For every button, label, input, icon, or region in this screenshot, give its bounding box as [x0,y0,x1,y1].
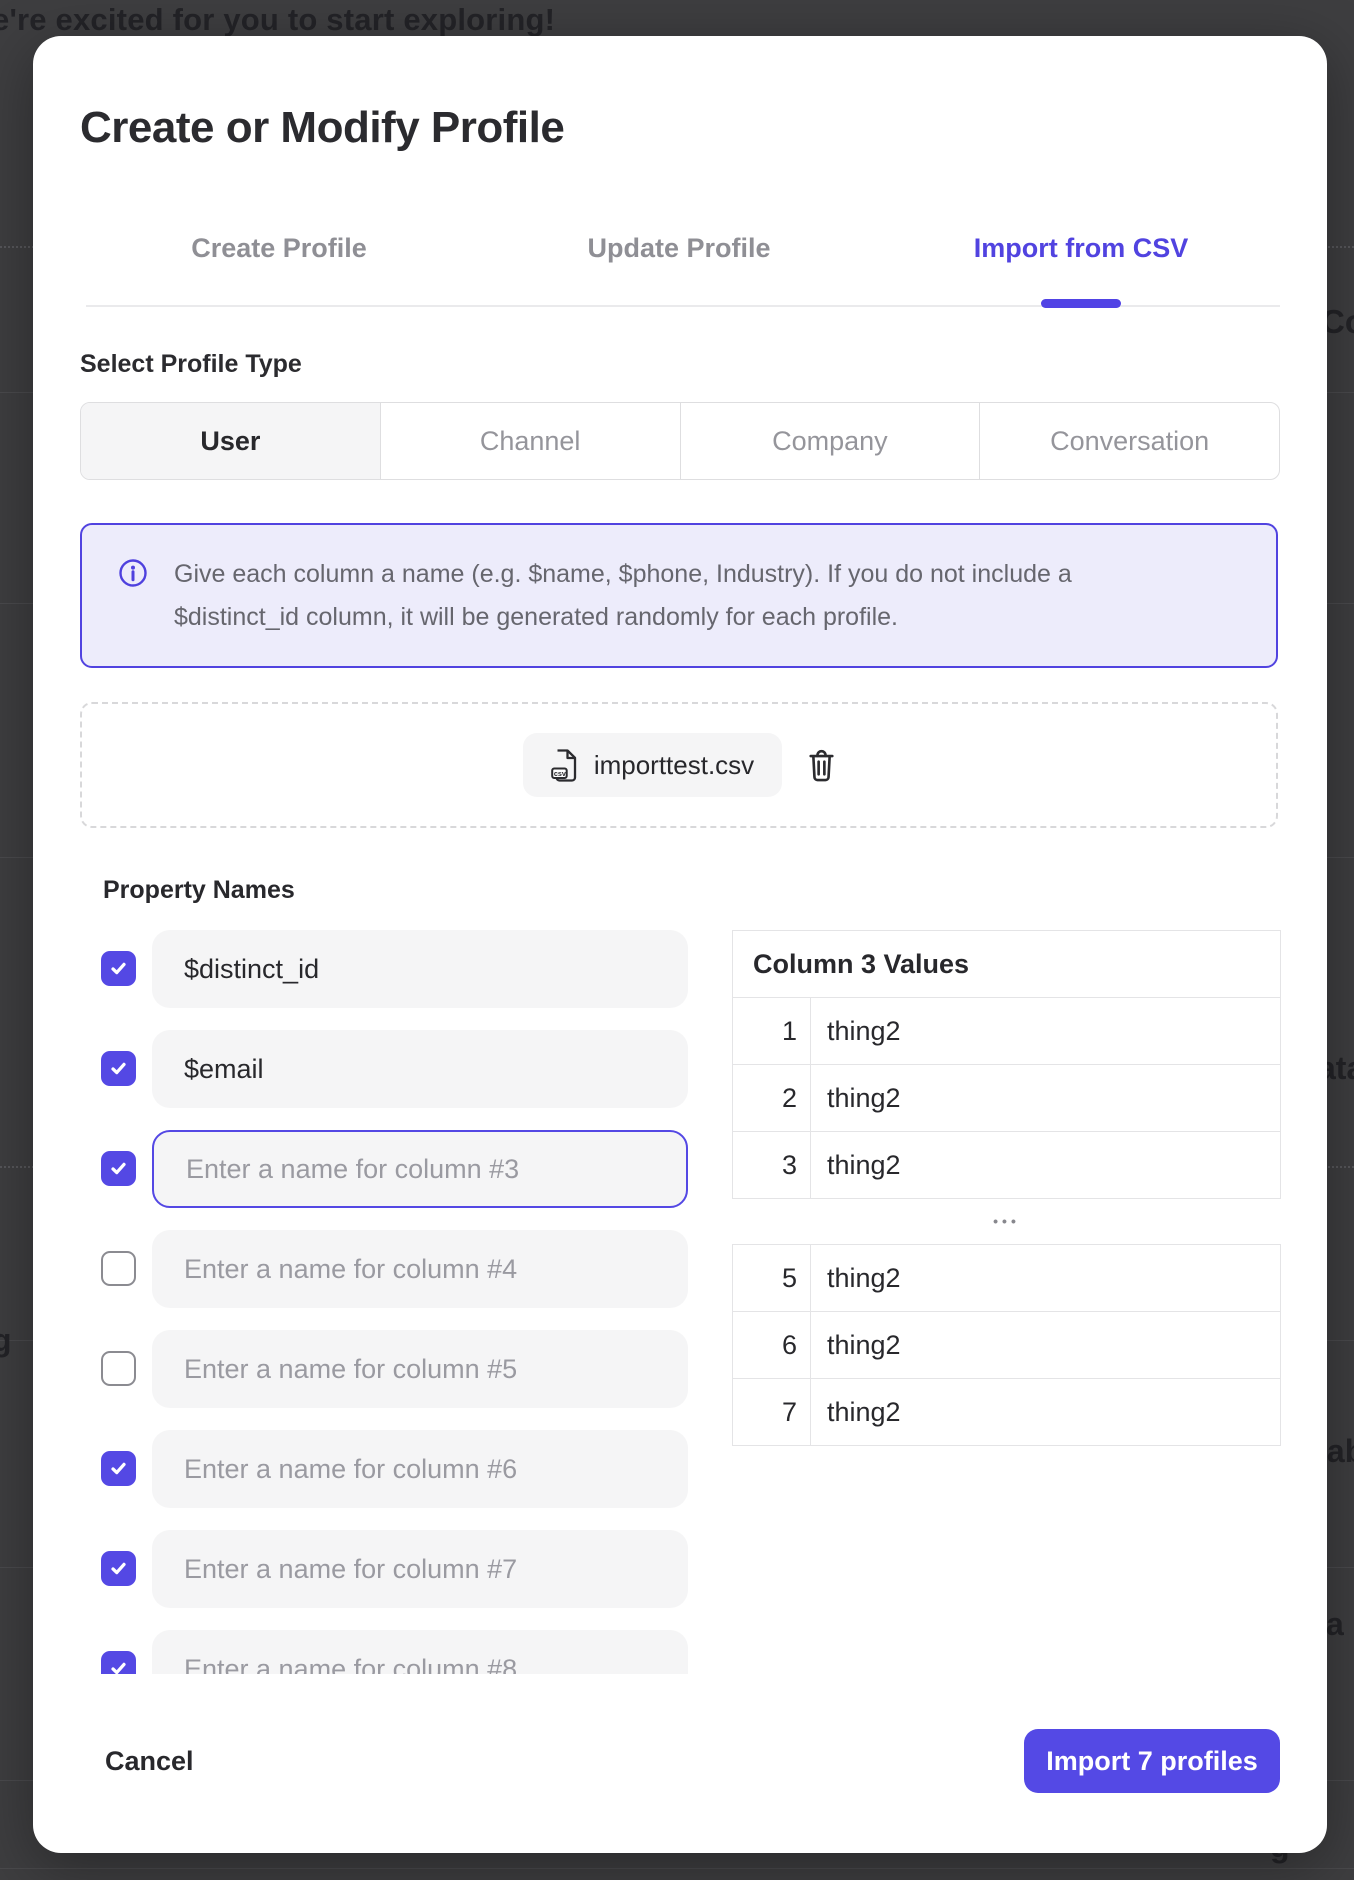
profile-type-company[interactable]: Company [680,403,980,479]
screen: e're excited for you to start exploring!… [0,0,1354,1880]
value-cell: thing2 [811,1065,1280,1131]
value-cell: thing2 [811,1312,1280,1378]
csv-file-icon: csv [551,749,578,782]
property-row [33,1330,733,1408]
background-text-fragment: g [0,1322,12,1359]
value-cell: thing2 [811,998,1280,1064]
table-row: 6 thing2 [733,1312,1280,1379]
property-row [33,1530,733,1608]
profile-type-channel[interactable]: Channel [380,403,680,479]
column-naming-info-banner: Give each column a name (e.g. $name, $ph… [80,523,1278,668]
row-number-cell: 5 [733,1245,811,1311]
table-row: 5 thing2 [733,1245,1280,1312]
value-cell: thing2 [811,1245,1280,1311]
column-1-name-input[interactable] [152,930,688,1008]
active-tab-underline [1041,299,1121,308]
svg-text:csv: csv [554,769,566,778]
row-number-cell: 3 [733,1132,811,1198]
column-7-checkbox[interactable] [101,1551,136,1586]
background-gridline [0,1868,1354,1869]
property-row [33,1630,733,1674]
values-table-bottom: 5 thing2 6 thing2 7 thing2 [732,1244,1281,1446]
column-8-checkbox[interactable] [101,1651,136,1674]
column-6-checkbox[interactable] [101,1451,136,1486]
select-profile-type-label: Select Profile Type [80,350,302,379]
column-3-checkbox[interactable] [101,1151,136,1186]
uploaded-filename: importtest.csv [594,750,754,781]
trash-icon [808,749,835,782]
table-row: 2 thing2 [733,1065,1280,1132]
profile-type-conversation[interactable]: Conversation [979,403,1279,479]
table-row: 7 thing2 [733,1379,1280,1445]
value-cell: thing2 [811,1132,1280,1198]
row-number-cell: 7 [733,1379,811,1445]
column-8-name-input[interactable] [152,1630,688,1674]
info-banner-text: Give each column a name (e.g. $name, $ph… [174,553,1072,639]
import-profiles-button[interactable]: Import 7 profiles [1024,1729,1280,1793]
column-7-name-input[interactable] [152,1530,688,1608]
background-text-fragment: a [1326,1606,1344,1643]
column-5-name-input[interactable] [152,1330,688,1408]
table-row: 3 thing2 [733,1132,1280,1198]
info-icon [118,558,148,593]
property-row [33,1230,733,1308]
profile-type-segmented-control: User Channel Company Conversation [80,402,1280,480]
csv-dropzone[interactable]: csv importtest.csv [80,702,1278,828]
column-5-checkbox[interactable] [101,1351,136,1386]
rows-ellipsis: ••• [732,1199,1281,1244]
tab-update-profile[interactable]: Update Profile [587,233,770,264]
create-or-modify-profile-dialog: Create or Modify Profile Create Profile … [33,36,1327,1853]
value-cell: thing2 [811,1379,1280,1445]
remove-file-button[interactable] [808,749,835,782]
property-row [33,930,733,1008]
dialog-title: Create or Modify Profile [80,100,564,156]
column-2-name-input[interactable] [152,1030,688,1108]
column-6-name-input[interactable] [152,1430,688,1508]
cancel-button[interactable]: Cancel [105,1746,194,1777]
tab-create-profile[interactable]: Create Profile [191,233,367,264]
column-2-checkbox[interactable] [101,1051,136,1086]
property-names-heading: Property Names [103,876,295,905]
property-rows-list [33,930,733,1674]
row-number-cell: 6 [733,1312,811,1378]
background-banner-text: e're excited for you to start exploring! [0,2,555,38]
property-row [33,1130,733,1208]
property-row [33,1030,733,1108]
column-1-checkbox[interactable] [101,951,136,986]
row-number-cell: 1 [733,998,811,1064]
table-row: 1 thing2 [733,998,1280,1065]
values-table-top: Column 3 Values 1 thing2 2 thing2 3 thin… [732,930,1281,1199]
values-table-header: Column 3 Values [733,931,1280,998]
row-number-cell: 2 [733,1065,811,1131]
column-values-preview: Column 3 Values 1 thing2 2 thing2 3 thin… [732,930,1281,1446]
property-row [33,1430,733,1508]
tab-import-from-csv[interactable]: Import from CSV [974,233,1189,264]
profile-type-user[interactable]: User [81,403,380,479]
uploaded-file-chip: csv importtest.csv [523,733,782,797]
column-4-checkbox[interactable] [101,1251,136,1286]
column-4-name-input[interactable] [152,1230,688,1308]
column-3-name-input[interactable] [154,1132,686,1206]
